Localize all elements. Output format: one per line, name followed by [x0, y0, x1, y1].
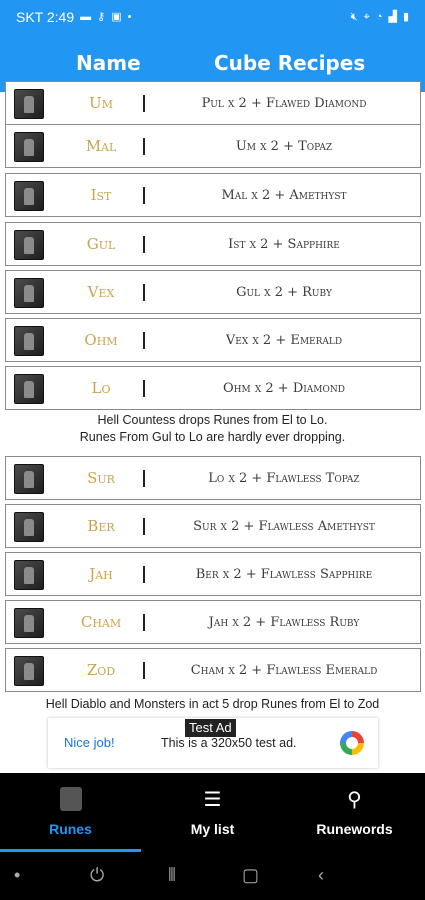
rune-icon	[14, 656, 44, 686]
cube-recipe: Mal x 2 + Amethyst	[221, 187, 347, 203]
rune-row[interactable]: Ohm Vex x 2 + Emerald	[5, 318, 421, 362]
divider	[143, 236, 145, 253]
back-icon[interactable]: ‹	[318, 865, 324, 886]
divider	[143, 95, 145, 112]
status-bar: SKT 2:49 ▬ ⚷ ▣ • 🔇︎ ⌖ ◔ ▟ ▮	[0, 0, 425, 34]
divider	[143, 187, 145, 204]
cube-recipe: Cham x 2 + Flawless Emerald	[190, 662, 378, 678]
rune-name: Um	[89, 94, 113, 112]
divider	[143, 662, 145, 679]
rune-icon	[14, 230, 44, 260]
note-line: Runes From Gul to Lo are hardly ever dro…	[79, 430, 346, 444]
rune-row[interactable]: Cham Jah x 2 + Flawless Ruby	[5, 600, 421, 644]
rune-icon	[14, 560, 44, 590]
key-icon: ⚷	[97, 10, 106, 23]
tab-label: My list	[190, 821, 235, 837]
rune-name: Vex	[87, 283, 115, 301]
tab-label: Runes	[49, 821, 92, 837]
rune-row[interactable]: Vex Gul x 2 + Ruby	[5, 270, 421, 314]
cube-recipe: Sur x 2 + Flawless Amethyst	[193, 518, 375, 534]
bottom-nav: Runes ☰ My list ⚲ Runewords	[0, 773, 425, 852]
cube-recipe: Vex x 2 + Emerald	[225, 332, 343, 348]
rune-icon	[14, 89, 44, 119]
column-header-name: Name	[76, 51, 141, 75]
image-icon: ▣	[111, 10, 122, 23]
divider	[143, 518, 145, 535]
tab-runes[interactable]: Runes	[0, 773, 141, 852]
home-icon[interactable]: ▢	[242, 865, 259, 886]
rune-row[interactable]: Um Pul x 2 + Flawed Diamond	[5, 81, 421, 125]
divider	[143, 380, 145, 397]
rune-icon	[14, 374, 44, 404]
cube-recipe: Ber x 2 + Flawless Sapphire	[195, 566, 373, 582]
rune-name: Ohm	[84, 331, 118, 349]
cube-recipe: Um x 2 + Topaz	[235, 138, 333, 154]
rune-row[interactable]: Jah Ber x 2 + Flawless Sapphire	[5, 552, 421, 596]
drop-note-diablo: Hell Diablo and Monsters in act 5 drop R…	[45, 697, 380, 711]
tab-my-list[interactable]: ☰ My list	[142, 773, 283, 852]
rune-name: Mal	[85, 137, 117, 155]
signal-icon: ▟	[388, 10, 397, 23]
rune-name: Cham	[80, 613, 122, 631]
battery-icon: ▮	[402, 10, 409, 23]
divider	[143, 138, 145, 155]
ad-label: Test Ad	[185, 719, 236, 737]
rune-row[interactable]: Lo Ohm x 2 + Diamond	[5, 366, 421, 410]
rune-name: Jah	[89, 565, 113, 583]
rune-row[interactable]: Zod Cham x 2 + Flawless Emerald	[5, 648, 421, 692]
rune-name: Lo	[91, 379, 111, 397]
cube-recipe: Ohm x 2 + Diamond	[223, 380, 345, 396]
divider	[143, 470, 145, 487]
tab-runewords[interactable]: ⚲ Runewords	[284, 773, 425, 852]
rune-icon	[14, 464, 44, 494]
system-navigation-bar: • ⏻ ⦀ ▢ ‹	[0, 852, 425, 900]
rune-icon	[14, 512, 44, 542]
ad-body-text: This is a 320x50 test ad.	[161, 736, 297, 750]
note-line: Hell Countess drops Runes from El to Lo.	[97, 413, 328, 427]
recent-apps-icon[interactable]: ⦀	[168, 865, 176, 886]
column-header-cube-recipes: Cube Recipes	[214, 51, 366, 75]
dot-icon: •	[14, 865, 21, 885]
cube-recipe: Lo x 2 + Flawless Topaz	[208, 470, 360, 486]
cube-recipe: Ist x 2 + Sapphire	[228, 236, 340, 252]
cube-recipe: Gul x 2 + Ruby	[236, 284, 332, 300]
message-icon: ▬	[80, 10, 92, 23]
divider	[143, 284, 145, 301]
rune-row[interactable]: Gul Ist x 2 + Sapphire	[5, 222, 421, 266]
rune-icon	[14, 181, 44, 211]
status-time: SKT 2:49	[16, 9, 75, 25]
location-icon: ⌖	[363, 10, 370, 23]
tab-label: Runewords	[316, 821, 393, 837]
divider	[143, 614, 145, 631]
drop-note-countess: Hell Countess drops Runes from El to Lo.…	[0, 412, 425, 446]
ad-nice-text: Nice job!	[64, 735, 115, 750]
rune-icon	[14, 608, 44, 638]
rune-row[interactable]: Sur Lo x 2 + Flawless Topaz	[5, 456, 421, 500]
rune-name: Gul	[86, 235, 116, 253]
rune-name: Ist	[90, 186, 112, 204]
rune-row[interactable]: Ber Sur x 2 + Flawless Amethyst	[5, 504, 421, 548]
list-icon: ☰	[203, 789, 222, 811]
rune-tab-icon	[0, 787, 141, 813]
rune-icon	[14, 326, 44, 356]
mute-icon: 🔇︎	[350, 10, 358, 23]
wifi-icon: ◔	[375, 10, 383, 23]
rune-name: Zod	[86, 661, 116, 679]
cube-recipe: Jah x 2 + Flawless Ruby	[208, 614, 360, 630]
divider	[143, 332, 145, 349]
search-icon: ⚲	[347, 789, 362, 811]
rune-row[interactable]: Mal Um x 2 + Topaz	[5, 124, 421, 168]
ad-logo-icon	[340, 731, 364, 755]
more-dot-icon: •	[127, 10, 132, 23]
divider	[143, 566, 145, 583]
rune-icon	[14, 278, 44, 308]
rune-name: Sur	[87, 469, 115, 487]
rune-row[interactable]: Ist Mal x 2 + Amethyst	[5, 173, 421, 217]
cube-recipe: Pul x 2 + Flawed Diamond	[201, 95, 367, 111]
rune-name: Ber	[87, 517, 115, 535]
power-icon[interactable]: ⏻	[90, 865, 104, 886]
rune-icon	[14, 132, 44, 162]
